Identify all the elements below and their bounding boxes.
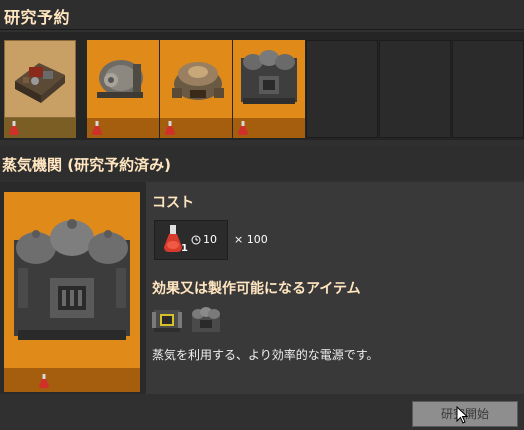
queued-research-4[interactable] (233, 40, 305, 138)
empty-queue-slot (306, 40, 378, 138)
research-large-icon (4, 192, 140, 392)
research-detail: コスト 1 10 × 100 効果又は製作可能になるアイテム 蒸気を利用する、よ… (0, 182, 524, 394)
queue-header: 研究予約 (0, 0, 524, 30)
unlock-item-steam-engine[interactable] (150, 302, 186, 338)
cost-multiplier: × 100 (234, 233, 268, 246)
ingredient-count: 1 (181, 243, 188, 254)
electric-motor-icon (87, 40, 159, 118)
queued-research-3-cost (160, 118, 232, 138)
research-large-cost (4, 368, 140, 392)
red-science-flask-icon (164, 225, 182, 252)
queued-research-3[interactable] (160, 40, 232, 138)
research-info-panel: コスト 1 10 × 100 効果又は製作可能になるアイテム 蒸気を利用する、よ… (146, 182, 524, 394)
queued-research-2-cost (87, 118, 159, 138)
red-science-flask-icon (39, 374, 49, 388)
unlock-item-steam-turbine[interactable] (188, 302, 224, 338)
cost-label: コスト (152, 195, 194, 211)
steam-turbine-item-icon (192, 307, 220, 332)
red-science-flask-icon (9, 121, 19, 135)
cost-ingredients: 1 10 (154, 220, 228, 260)
research-queue (0, 32, 524, 140)
boiler-icon (160, 40, 232, 118)
unlocks-label: 効果又は製作可能になるアイテム (152, 281, 361, 297)
queued-research-1[interactable] (4, 40, 76, 138)
research-title: 蒸気機関 (研究予約済み) (2, 156, 171, 174)
mouse-cursor-icon (456, 406, 468, 424)
queued-research-4-cost (233, 118, 305, 138)
queued-research-2[interactable] (87, 40, 159, 138)
automation-machine-icon (4, 40, 76, 118)
empty-queue-slot (452, 40, 524, 138)
queued-research-1-cost (4, 118, 76, 138)
research-description: 蒸気を利用する、より効率的な電源です。 (152, 348, 379, 362)
empty-queue-slot (379, 40, 451, 138)
queue-title: 研究予約 (4, 8, 71, 27)
red-science-flask-icon (238, 121, 248, 135)
clock-icon (191, 235, 201, 245)
research-time: 10 (203, 233, 217, 246)
steam-engine-icon (233, 40, 305, 118)
red-science-flask-icon (92, 121, 102, 135)
steam-engine-icon (4, 192, 140, 368)
steam-engine-item-icon (152, 310, 182, 332)
red-science-flask-icon (165, 121, 175, 135)
research-detail-header: 蒸気機関 (研究予約済み) (0, 146, 524, 180)
